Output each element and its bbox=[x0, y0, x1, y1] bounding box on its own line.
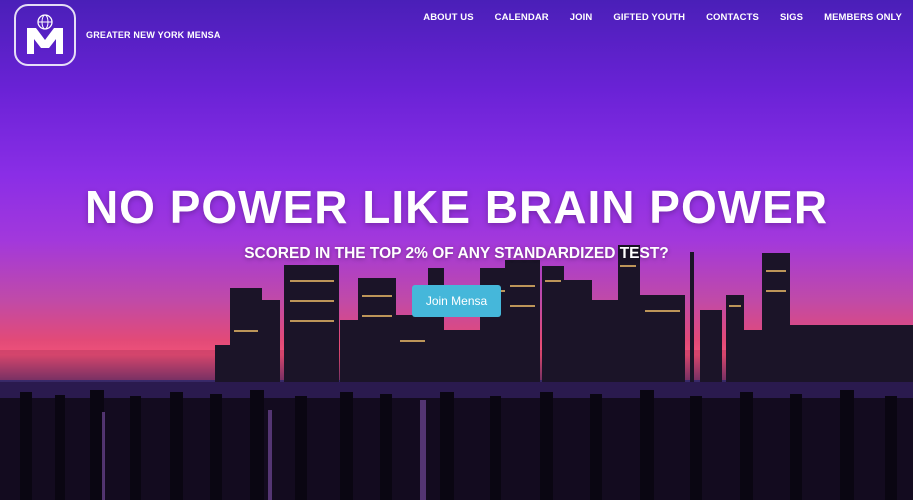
hero-headline: NO POWER LIKE BRAIN POWER bbox=[84, 181, 829, 233]
nav-item-sigs[interactable]: SIGS bbox=[780, 12, 803, 23]
nav-item-members-only[interactable]: MEMBERS ONLY bbox=[824, 12, 902, 23]
mensa-logo-mark bbox=[27, 14, 63, 54]
nav-item-calendar[interactable]: CALENDAR bbox=[495, 12, 549, 23]
nav-item-about-us[interactable]: ABOUT US bbox=[423, 12, 473, 23]
nav-item-gifted-youth[interactable]: GIFTED YOUTH bbox=[613, 12, 685, 23]
hero-subheadline: SCORED IN THE TOP 2% OF ANY STANDARDIZED… bbox=[244, 245, 669, 262]
mensa-logo-icon[interactable] bbox=[14, 4, 76, 66]
join-mensa-button[interactable]: Join Mensa bbox=[412, 285, 501, 317]
brand-name[interactable]: GREATER NEW YORK MENSA bbox=[86, 30, 221, 40]
nav-item-join[interactable]: JOIN bbox=[570, 12, 593, 23]
main-nav: ABOUT US CALENDAR JOIN GIFTED YOUTH CONT… bbox=[423, 12, 902, 23]
nav-item-contacts[interactable]: CONTACTS bbox=[706, 12, 759, 23]
